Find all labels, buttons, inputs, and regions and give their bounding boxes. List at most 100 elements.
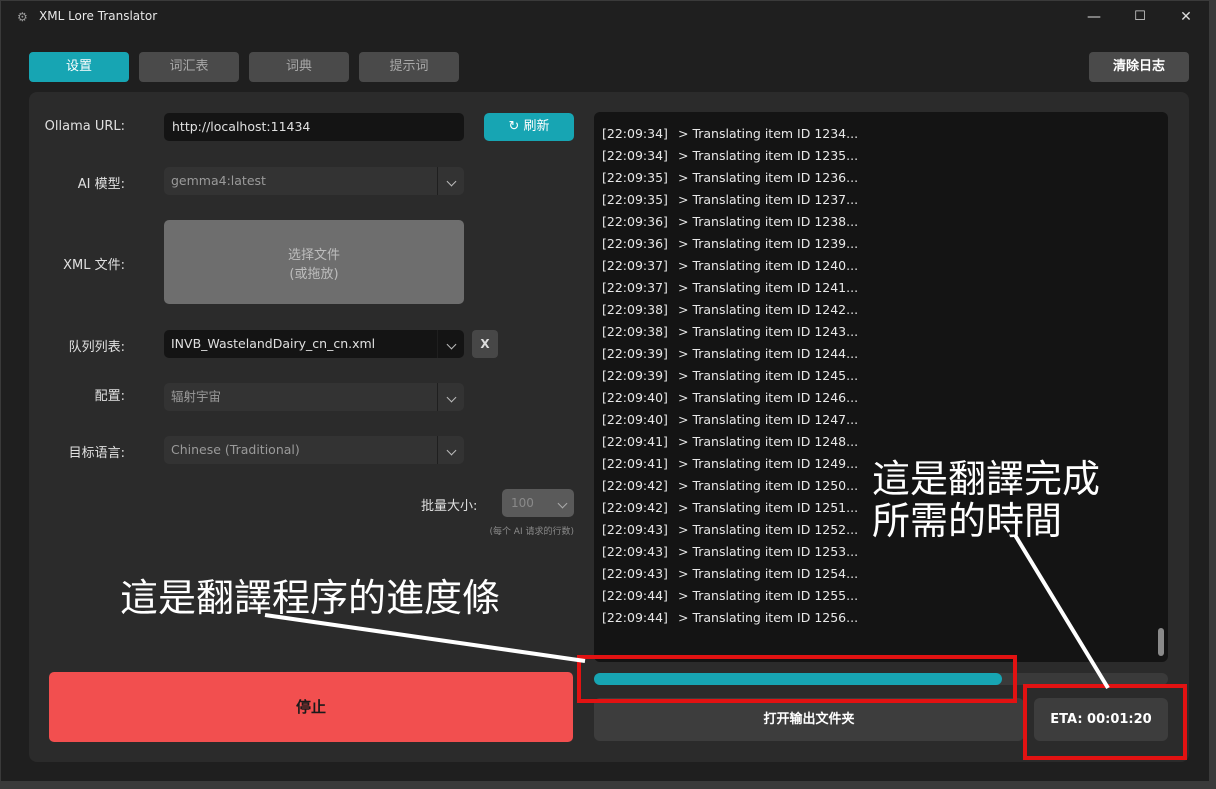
maximize-icon[interactable]: ☐: [1117, 1, 1163, 33]
window-title: XML Lore Translator: [39, 9, 158, 23]
log-timestamp: [22:09:44]: [602, 610, 668, 625]
xml-file-dropzone[interactable]: 选择文件 (或拖放): [164, 220, 464, 304]
queue-remove-button[interactable]: X: [472, 330, 498, 358]
log-message: > Translating item ID 1238...: [678, 214, 859, 229]
chevron-down-icon[interactable]: [437, 383, 464, 411]
dropzone-line-2: (或拖放): [289, 267, 339, 282]
model-select[interactable]: gemma4:latest: [164, 167, 464, 195]
refresh-icon: ↻: [508, 119, 520, 134]
tab-prompts[interactable]: 提示词: [359, 52, 459, 82]
log-message: > Translating item ID 1237...: [678, 192, 859, 207]
queue-select[interactable]: INVB_WastelandDairy_cn_cn.xml: [164, 330, 464, 358]
log-timestamp: [22:09:37]: [602, 258, 668, 273]
log-panel[interactable]: [22:09:34] > Translating item ID 1234...[…: [594, 112, 1168, 662]
chevron-down-icon[interactable]: [437, 330, 464, 358]
log-message: > Translating item ID 1243...: [678, 324, 859, 339]
model-value: gemma4:latest: [171, 173, 266, 188]
log-timestamp: [22:09:40]: [602, 412, 668, 427]
log-line: [22:09:44] > Translating item ID 1256...: [602, 610, 858, 625]
log-timestamp: [22:09:41]: [602, 456, 668, 471]
chevron-down-icon[interactable]: [437, 436, 464, 464]
chevron-down-icon[interactable]: [437, 167, 464, 195]
log-message: > Translating item ID 1252...: [678, 522, 859, 537]
profile-select[interactable]: 辐射宇宙: [164, 383, 464, 411]
log-line: [22:09:40] > Translating item ID 1246...: [602, 390, 858, 405]
log-line: [22:09:35] > Translating item ID 1237...: [602, 192, 858, 207]
log-line: [22:09:42] > Translating item ID 1250...: [602, 478, 858, 493]
log-timestamp: [22:09:37]: [602, 280, 668, 295]
log-message: > Translating item ID 1235...: [678, 148, 859, 163]
log-line: [22:09:37] > Translating item ID 1240...: [602, 258, 858, 273]
profile-value: 辐射宇宙: [171, 389, 222, 404]
minimize-icon[interactable]: —: [1071, 1, 1117, 33]
batch-size-hint: (每个 AI 请求的行数): [489, 527, 574, 537]
log-timestamp: [22:09:42]: [602, 500, 668, 515]
log-message: > Translating item ID 1255...: [678, 588, 859, 603]
log-line: [22:09:44] > Translating item ID 1255...: [602, 588, 858, 603]
batch-size-select[interactable]: 100: [502, 489, 574, 517]
log-line: [22:09:42] > Translating item ID 1251...: [602, 500, 858, 515]
log-message: > Translating item ID 1244...: [678, 346, 859, 361]
target-language-select[interactable]: Chinese (Traditional): [164, 436, 464, 464]
log-scrollbar[interactable]: [1158, 628, 1164, 656]
queue-label: 队列列表:: [68, 340, 125, 355]
tab-settings[interactable]: 设置: [29, 52, 129, 82]
log-message: > Translating item ID 1247...: [678, 412, 859, 427]
ollama-url-input[interactable]: http://localhost:11434: [164, 113, 464, 141]
refresh-button[interactable]: ↻ 刷新: [484, 113, 574, 141]
log-timestamp: [22:09:35]: [602, 170, 668, 185]
log-message: > Translating item ID 1250...: [678, 478, 859, 493]
log-message: > Translating item ID 1236...: [678, 170, 859, 185]
log-message: > Translating item ID 1240...: [678, 258, 859, 273]
log-line: [22:09:39] > Translating item ID 1244...: [602, 346, 858, 361]
log-timestamp: [22:09:42]: [602, 478, 668, 493]
log-timestamp: [22:09:43]: [602, 544, 668, 559]
log-message: > Translating item ID 1239...: [678, 236, 859, 251]
log-line: [22:09:41] > Translating item ID 1249...: [602, 456, 858, 471]
log-line: [22:09:41] > Translating item ID 1248...: [602, 434, 858, 449]
log-line: [22:09:35] > Translating item ID 1236...: [602, 170, 858, 185]
open-output-folder-button[interactable]: 打开输出文件夹: [594, 698, 1024, 741]
log-timestamp: [22:09:35]: [602, 192, 668, 207]
batch-size-label: 批量大小:: [421, 499, 478, 514]
log-message: > Translating item ID 1249...: [678, 456, 859, 471]
queue-value: INVB_WastelandDairy_cn_cn.xml: [171, 336, 376, 351]
log-line: [22:09:43] > Translating item ID 1253...: [602, 544, 858, 559]
eta-annotation-text-2: 所需的時間: [872, 499, 1063, 543]
stop-button[interactable]: 停止: [49, 672, 573, 742]
log-message: > Translating item ID 1251...: [678, 500, 859, 515]
profile-label: 配置:: [94, 389, 125, 404]
log-timestamp: [22:09:40]: [602, 390, 668, 405]
target-language-value: Chinese (Traditional): [171, 442, 300, 457]
clear-log-button[interactable]: 清除日志: [1089, 52, 1189, 82]
batch-size-value: 100: [511, 496, 534, 510]
eta-annotation-box: [1023, 684, 1187, 760]
log-line: [22:09:36] > Translating item ID 1238...: [602, 214, 858, 229]
log-message: > Translating item ID 1254...: [678, 566, 859, 581]
log-line: [22:09:36] > Translating item ID 1239...: [602, 236, 858, 251]
log-timestamp: [22:09:39]: [602, 368, 668, 383]
ollama-url-label: Ollama URL:: [44, 119, 125, 134]
xml-file-label: XML 文件:: [63, 258, 125, 273]
target-language-label: 目标语言:: [68, 446, 125, 461]
log-timestamp: [22:09:38]: [602, 302, 668, 317]
log-timestamp: [22:09:43]: [602, 522, 668, 537]
tab-glossary[interactable]: 词汇表: [139, 52, 239, 82]
log-message: > Translating item ID 1256...: [678, 610, 859, 625]
log-timestamp: [22:09:43]: [602, 566, 668, 581]
log-message: > Translating item ID 1245...: [678, 368, 859, 383]
log-timestamp: [22:09:34]: [602, 148, 668, 163]
eta-annotation-text-1: 這是翻譯完成: [872, 457, 1101, 501]
log-timestamp: [22:09:39]: [602, 346, 668, 361]
log-message: > Translating item ID 1248...: [678, 434, 859, 449]
progress-annotation-text: 這是翻譯程序的進度條: [120, 576, 501, 620]
app-icon: ⚙: [17, 10, 28, 24]
tab-dictionary[interactable]: 词典: [249, 52, 349, 82]
log-message: > Translating item ID 1242...: [678, 302, 859, 317]
chevron-down-icon: [557, 489, 568, 517]
progress-annotation-box: [577, 655, 1017, 703]
refresh-label: 刷新: [523, 119, 550, 134]
log-message: > Translating item ID 1253...: [678, 544, 859, 559]
log-line: [22:09:40] > Translating item ID 1247...: [602, 412, 858, 427]
close-icon[interactable]: ✕: [1163, 1, 1209, 33]
